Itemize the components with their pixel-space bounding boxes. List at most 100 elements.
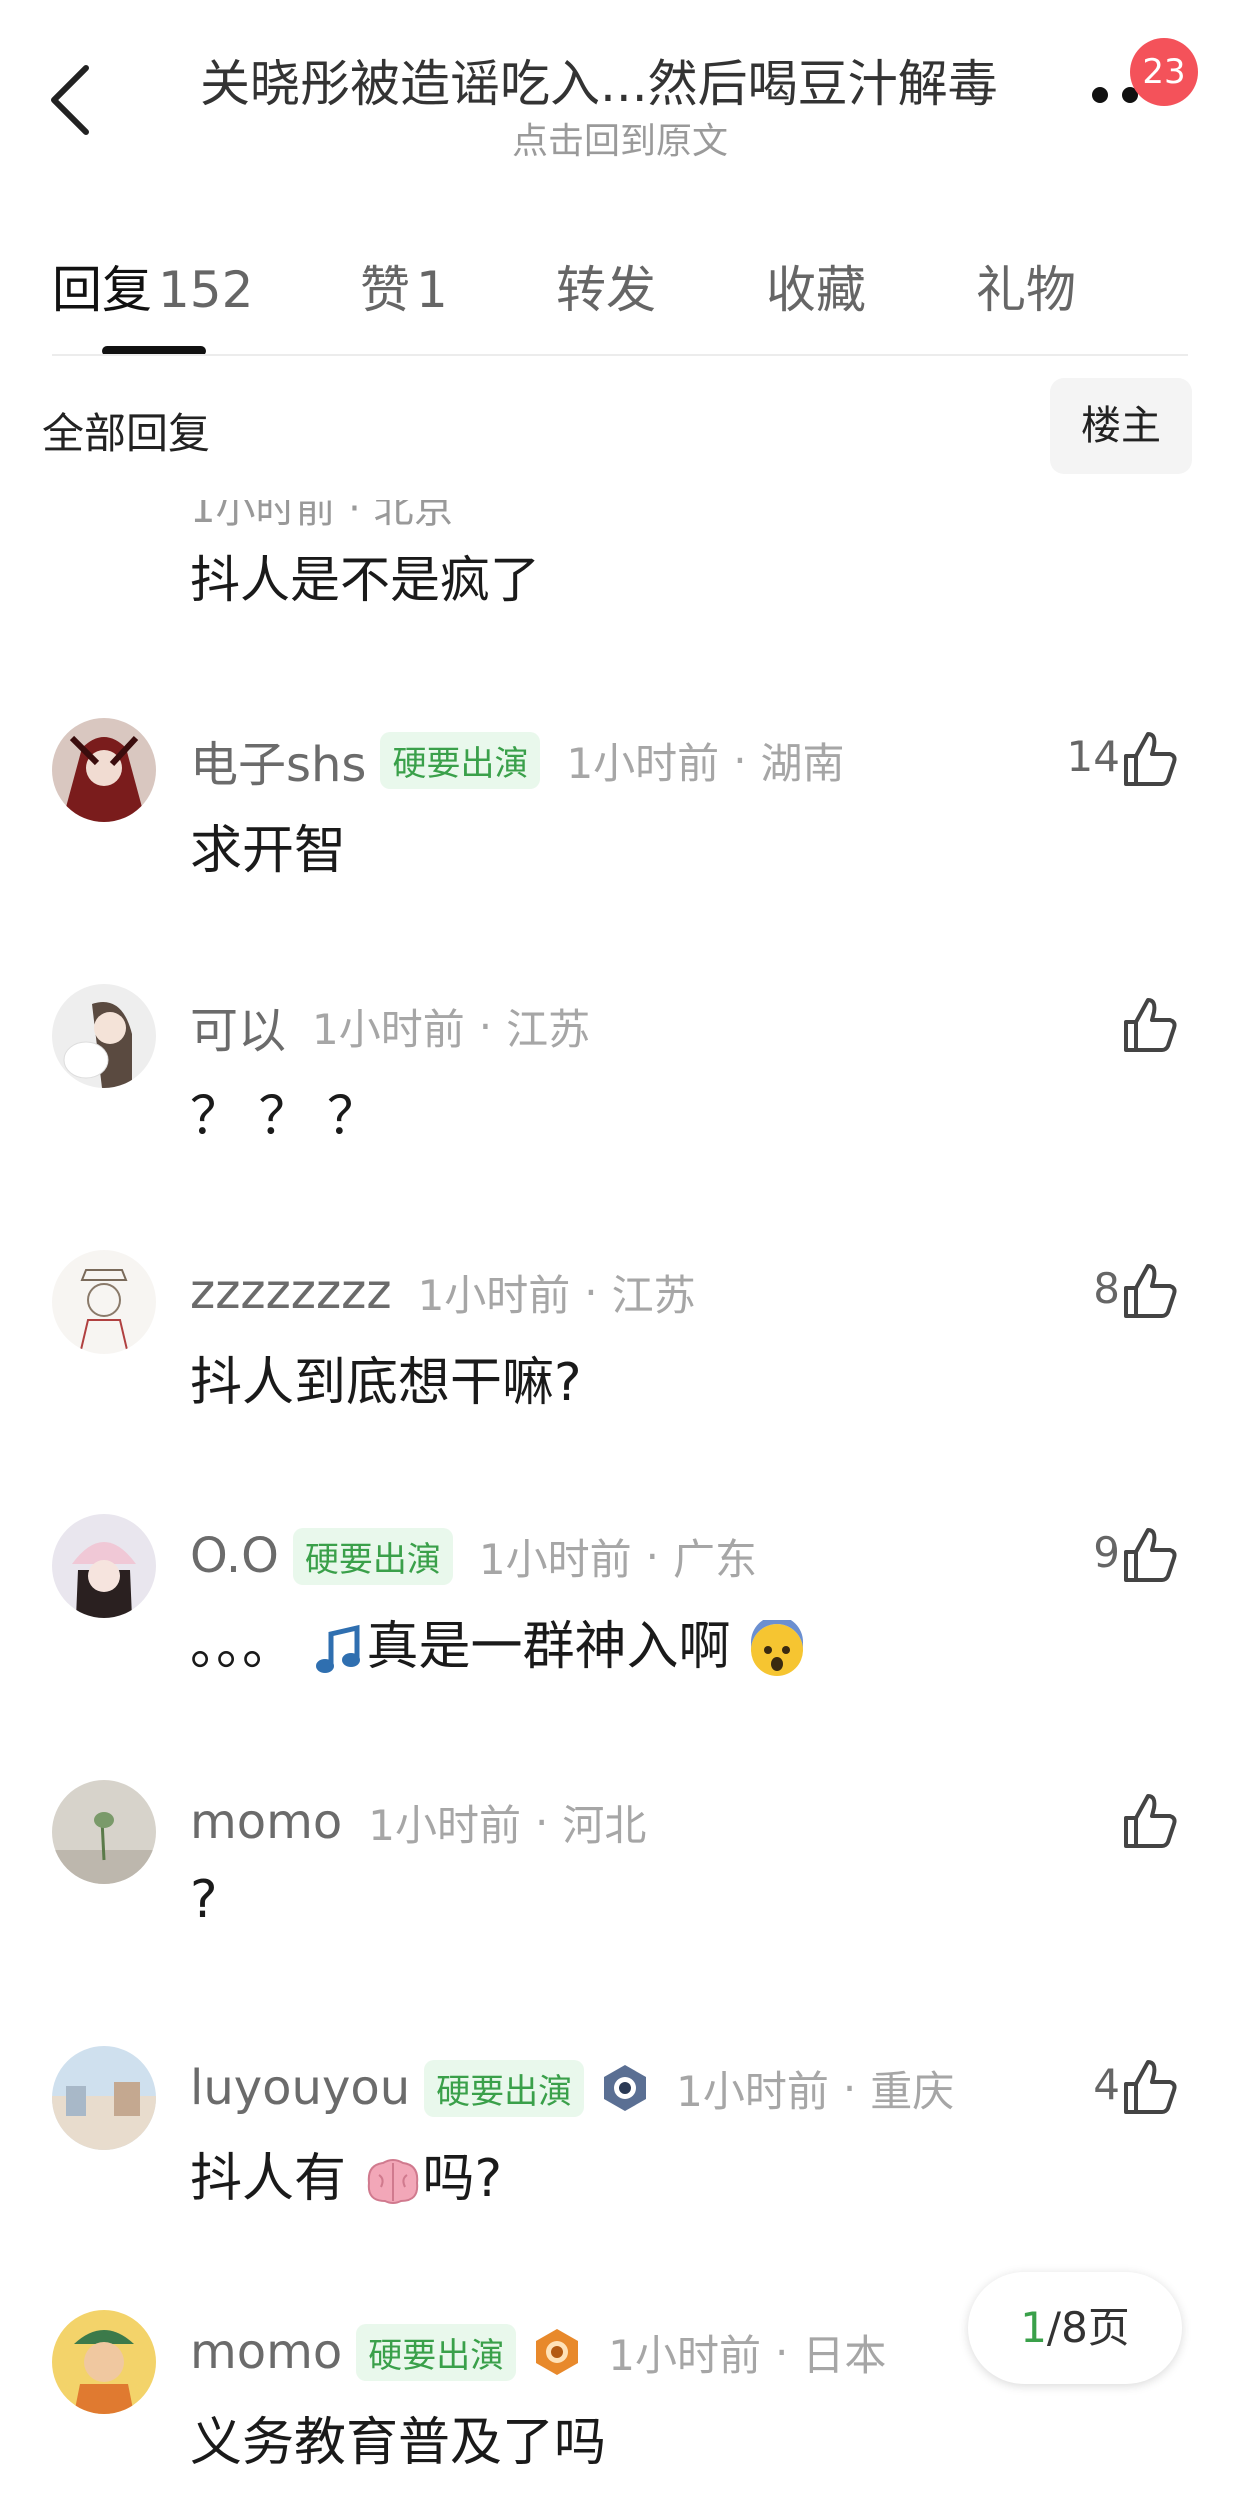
- role-tag: 硬要出演: [424, 2059, 585, 2117]
- avatar-landscape-icon: [52, 2046, 156, 2150]
- comment-location: 日本: [802, 2330, 887, 2380]
- comment-text: 抖人有 吗?: [190, 2136, 502, 2211]
- meta-separator: ·: [774, 2327, 789, 2377]
- comment-location: 江苏: [611, 1270, 696, 1320]
- avatar[interactable]: [52, 1780, 156, 1884]
- comment-text: ?: [190, 1870, 218, 1930]
- tab-divider: [52, 354, 1188, 356]
- tab-gifts[interactable]: 礼物: [976, 250, 1076, 322]
- tab-likes-label: 赞: [360, 261, 410, 319]
- tab-replies-count: 152: [158, 261, 254, 319]
- tab-favorites[interactable]: 收藏: [766, 250, 866, 322]
- tab-replies[interactable]: 回复 152: [52, 250, 253, 322]
- like-count: 4: [1093, 2060, 1120, 2109]
- partial-comment-meta: 1小时前 · 北京: [190, 486, 454, 532]
- comment-text: 抖人到底想干嘛?: [190, 1353, 582, 1413]
- role-tag: 硬要出演: [292, 1527, 453, 1585]
- comment-time: 1小时前: [676, 2066, 829, 2116]
- comment-location: 广东: [672, 1534, 757, 1584]
- post-title[interactable]: 关晓彤被造谣吃入...然后喝豆汁解毒: [200, 44, 1040, 116]
- avatar-girl-pink-hat-icon: [52, 1514, 156, 1618]
- comment-location: 湖南: [760, 738, 845, 788]
- avatar-anime-red-icon: [52, 718, 156, 822]
- tab-replies-label: 回复: [52, 261, 152, 319]
- comment-item: zzzzzzzz 1小时前 · 江苏 8 抖人到底想干嘛?: [0, 1250, 1240, 1450]
- fearful-face-emoji-icon: [751, 1620, 804, 1676]
- avatar[interactable]: [52, 1250, 156, 1354]
- avatar-cartoon-boy-icon: [52, 2310, 156, 2414]
- like-count: 8: [1093, 1264, 1120, 1313]
- like-count: 14: [1066, 732, 1120, 781]
- comment-text: 义务教育普及了吗: [190, 2413, 607, 2473]
- meta-separator: ·: [478, 1001, 493, 1051]
- comment-time: 1小时前: [417, 1270, 571, 1320]
- username[interactable]: 可以: [190, 991, 286, 1061]
- meta-separator: ·: [584, 1267, 598, 1317]
- comment-item: O.O 硬要出演 1小时前 · 广东 9 。。。 真是一群神入啊: [0, 1514, 1240, 1714]
- tab-reposts[interactable]: 转发: [556, 250, 656, 322]
- comment-location: 河北: [562, 1800, 647, 1850]
- comment-text-part: 真是一群神入啊: [366, 1617, 731, 1677]
- thumbs-up-icon[interactable]: [1118, 1524, 1180, 1586]
- meta-separator: ·: [534, 1797, 549, 1847]
- comment-time: 1小时前: [312, 1004, 465, 1054]
- role-tag: 硬要出演: [380, 731, 541, 789]
- comment-time: 1小时前: [478, 1534, 632, 1584]
- username[interactable]: zzzzzzzz: [190, 1264, 392, 1320]
- all-replies-filter[interactable]: 全部回复: [42, 400, 210, 461]
- comment-item: momo 1小时前 · 河北 ?: [0, 1780, 1240, 1980]
- partial-comment-text: 抖人是不是疯了: [190, 551, 540, 609]
- comment-text-part: 抖人有: [190, 2149, 347, 2209]
- thumbs-up-icon[interactable]: [1118, 728, 1180, 790]
- avatar[interactable]: [52, 1514, 156, 1618]
- comment-location: 江苏: [506, 1004, 591, 1054]
- meta-separator: ·: [842, 2063, 857, 2113]
- top-bar: 关晓彤被造谣吃入...然后喝豆汁解毒 点击回到原文 23: [0, 0, 1240, 170]
- total-pages: /8页: [1046, 2303, 1130, 2352]
- level-medal-icon: [536, 2329, 579, 2375]
- avatar-girl-dog-icon: [52, 984, 156, 1088]
- music-note-icon: [315, 1624, 360, 1673]
- comment-text-part: 。。。: [190, 1617, 295, 1677]
- brain-emoji-icon: [367, 2159, 418, 2204]
- avatar[interactable]: [52, 2046, 156, 2150]
- avatar-sketch-icon: [52, 1250, 156, 1354]
- username[interactable]: 电子shs: [190, 725, 366, 795]
- current-page: 1: [1020, 2303, 1047, 2352]
- notification-badge[interactable]: 23: [1130, 38, 1198, 106]
- comment-item: 电子shs 硬要出演 1小时前 · 湖南 14 求开智: [0, 718, 1240, 918]
- comment-text: ？ ？ ？: [190, 1087, 380, 1147]
- owner-only-button[interactable]: 楼主: [1050, 378, 1192, 474]
- level-medal-icon: [604, 2065, 647, 2111]
- tab-likes-count: 1: [416, 261, 448, 319]
- role-tag: 硬要出演: [356, 2323, 517, 2381]
- meta-separator: ·: [645, 1531, 659, 1581]
- comment-location: 重庆: [870, 2066, 955, 2116]
- page-indicator[interactable]: 1/8页: [968, 2272, 1182, 2384]
- avatar[interactable]: [52, 2310, 156, 2414]
- comment-time: 1小时前: [566, 738, 720, 788]
- username[interactable]: O.O: [190, 1528, 279, 1584]
- tab-bar: 回复 152 赞1 转发 收藏 礼物: [0, 230, 1240, 356]
- thumbs-up-icon[interactable]: [1118, 994, 1180, 1056]
- comment-text: 求开智: [190, 821, 347, 881]
- comment-time: 1小时前: [608, 2330, 761, 2380]
- avatar[interactable]: [52, 718, 156, 822]
- thumbs-up-icon[interactable]: [1118, 1260, 1180, 1322]
- avatar-room-icon: [52, 1780, 156, 1884]
- avatar[interactable]: [52, 984, 156, 1088]
- username[interactable]: momo: [190, 1794, 342, 1850]
- like-count: 9: [1093, 1528, 1120, 1577]
- meta-separator: ·: [733, 735, 747, 785]
- comment-item: luyouyou 硬要出演 1小时前 · 重庆 4 抖人有 吗?: [0, 2046, 1240, 2246]
- username[interactable]: momo: [190, 2324, 342, 2380]
- username[interactable]: luyouyou: [190, 2060, 410, 2116]
- comment-text-part: 吗?: [422, 2149, 503, 2209]
- comment-text: 。。。 真是一群神入啊: [190, 1604, 807, 1680]
- back-to-post-link[interactable]: 点击回到原文: [0, 112, 1240, 164]
- tab-likes[interactable]: 赞1: [360, 250, 448, 322]
- thumbs-up-icon[interactable]: [1118, 1790, 1180, 1852]
- comment-item: 可以 1小时前 · 江苏 ？ ？ ？: [0, 984, 1240, 1184]
- comment-time: 1小时前: [368, 1800, 521, 1850]
- thumbs-up-icon[interactable]: [1118, 2056, 1180, 2118]
